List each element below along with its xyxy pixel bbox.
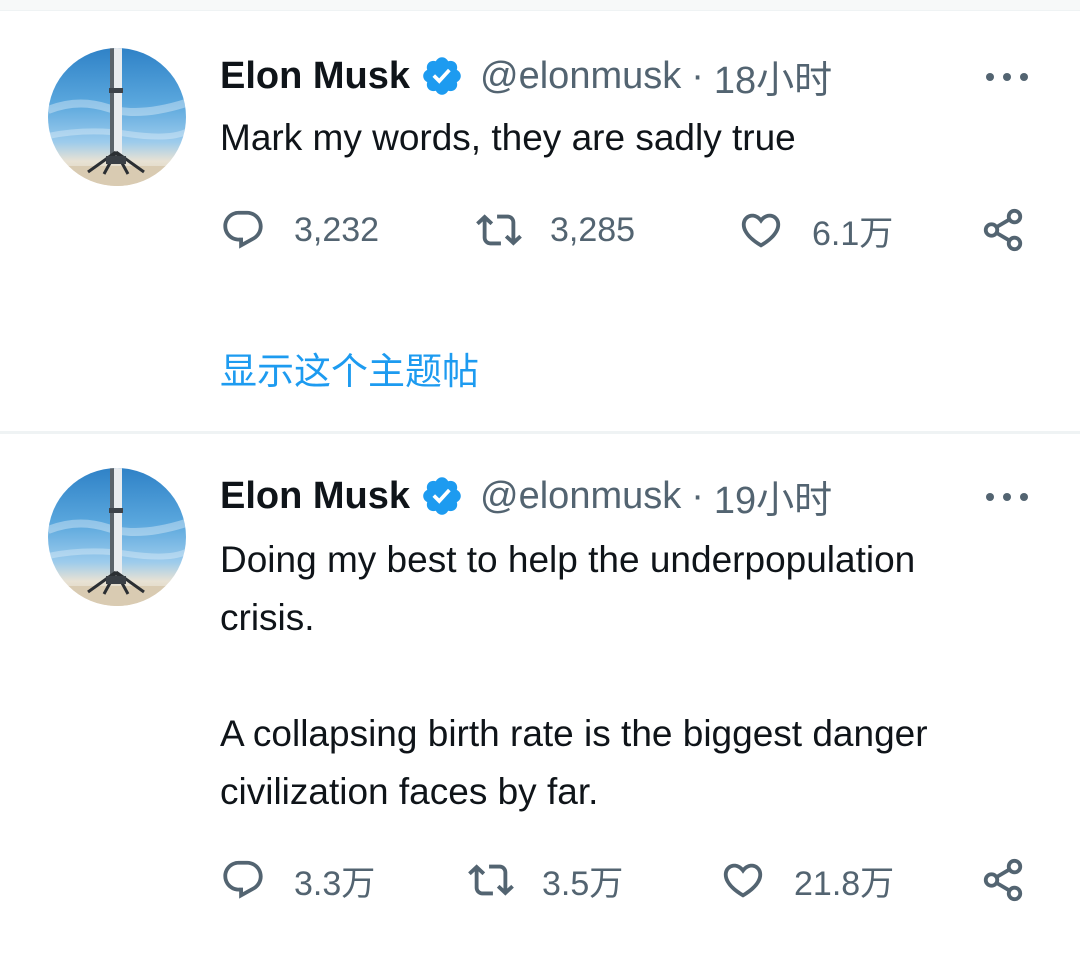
- share-button[interactable]: [980, 857, 1026, 903]
- share-icon: [983, 208, 1023, 252]
- heart-icon: [723, 863, 763, 898]
- timestamp[interactable]: 18小时: [714, 49, 832, 104]
- like-button[interactable]: 21.8万: [720, 857, 894, 903]
- author-handle[interactable]: @elonmusk: [480, 55, 681, 98]
- author-name[interactable]: Elon Musk: [220, 55, 410, 98]
- share-button[interactable]: [980, 207, 1026, 253]
- verified-badge-icon: [423, 477, 461, 515]
- rocket-avatar-icon: [48, 48, 186, 186]
- avatar[interactable]: [48, 48, 186, 186]
- reply-icon: [223, 860, 263, 899]
- avatar[interactable]: [48, 468, 186, 606]
- tweet-text: Doing my best to help the underpopulatio…: [220, 531, 1040, 821]
- rocket-avatar-icon: [48, 468, 186, 606]
- separator-dot: ·: [691, 474, 704, 517]
- separator-dot: ·: [691, 54, 704, 97]
- reply-button[interactable]: 3,232: [220, 207, 379, 253]
- like-count: 21.8万: [794, 864, 895, 903]
- action-bar: 3.3万 3.5万 21.8万: [220, 857, 1040, 903]
- tweet-text: Mark my words, they are sadly true: [220, 109, 1040, 167]
- share-icon: [983, 858, 1023, 902]
- heart-icon: [741, 213, 781, 248]
- tweet-text-line: civilization faces by far.: [220, 771, 599, 812]
- reply-button[interactable]: 3.3万: [220, 857, 375, 903]
- like-count: 6.1万: [812, 214, 894, 253]
- retweet-button[interactable]: 3.5万: [468, 857, 623, 903]
- retweet-button[interactable]: 3,285: [476, 207, 635, 253]
- timestamp[interactable]: 19小时: [714, 469, 832, 524]
- retweet-count: 3.5万: [542, 864, 624, 903]
- show-thread-link[interactable]: 显示这个主题帖: [220, 341, 479, 395]
- tweet-text-line: A collapsing birth rate is the biggest d…: [220, 713, 928, 754]
- more-options-icon[interactable]: [986, 491, 1028, 503]
- tweet[interactable]: Elon Musk @elonmusk · 18小时 Mark my words…: [0, 11, 1080, 431]
- retweet-icon: [476, 214, 522, 246]
- reply-icon: [223, 210, 263, 249]
- retweet-icon: [468, 864, 514, 896]
- retweet-count: 3,285: [550, 210, 636, 249]
- tweet[interactable]: Elon Musk @elonmusk · 19小时 Doing my best…: [0, 433, 1080, 953]
- more-options-icon[interactable]: [986, 71, 1028, 83]
- reply-count: 3,232: [294, 210, 380, 249]
- tweet-text-line: Doing my best to help the underpopulatio…: [220, 539, 916, 580]
- reply-count: 3.3万: [294, 864, 376, 903]
- action-bar: 3,232 3,285 6.1万: [220, 207, 1040, 253]
- verified-badge-icon: [423, 57, 461, 95]
- tweet-text-line: Mark my words, they are sadly true: [220, 117, 796, 158]
- author-name[interactable]: Elon Musk: [220, 475, 410, 518]
- tweet-header: Elon Musk @elonmusk · 19小时: [220, 469, 832, 524]
- like-button[interactable]: 6.1万: [738, 207, 893, 253]
- tweet-header: Elon Musk @elonmusk · 18小时: [220, 49, 832, 104]
- author-handle[interactable]: @elonmusk: [480, 475, 681, 518]
- tweet-text-line: crisis.: [220, 597, 315, 638]
- top-divider: [0, 0, 1080, 11]
